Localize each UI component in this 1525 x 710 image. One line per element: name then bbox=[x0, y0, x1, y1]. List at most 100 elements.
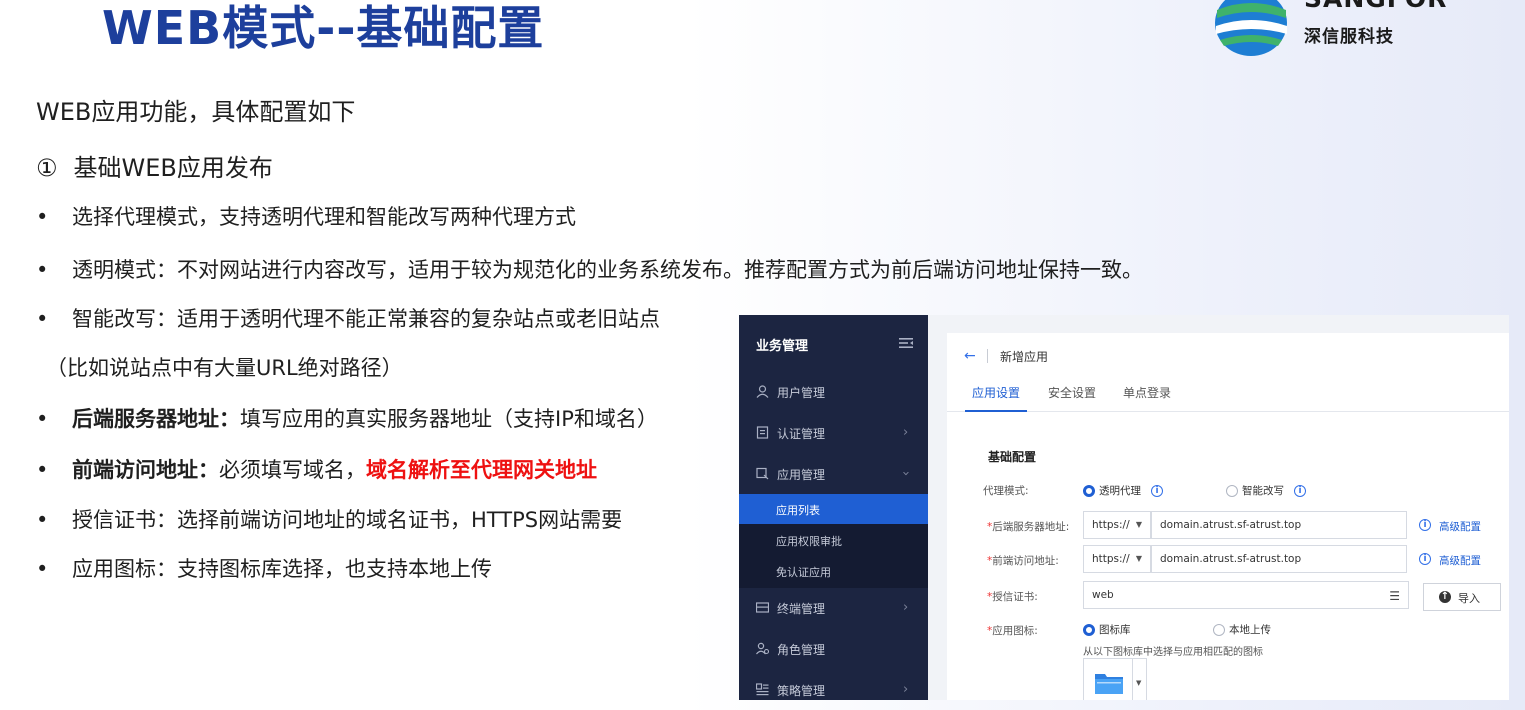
slide-title: WEB模式--基础配置 bbox=[102, 1, 545, 55]
bullet-proxy-mode: • 选择代理模式，支持透明代理和智能改写两种代理方式 bbox=[36, 201, 576, 231]
subheading-number: ① bbox=[36, 154, 58, 182]
sidebar-subitem-no-auth-apps[interactable]: 免认证应用 bbox=[739, 556, 928, 586]
bullet-text: 选择代理模式，支持透明代理和智能改写两种代理方式 bbox=[72, 205, 576, 229]
terminal-icon bbox=[756, 602, 769, 613]
bullet-dot: • bbox=[36, 307, 49, 331]
bullet-smart-rewrite-continuation: （比如说站点中有大量URL绝对路径） bbox=[46, 356, 403, 380]
frontend-address-label: *前端访问地址: bbox=[987, 553, 1073, 568]
user-icon bbox=[756, 385, 769, 398]
collapse-menu-icon[interactable] bbox=[899, 337, 913, 349]
bullet-dot: • bbox=[36, 458, 49, 482]
bullet-dot: • bbox=[36, 557, 49, 581]
intro-text: WEB应用功能，具体配置如下 bbox=[36, 98, 356, 126]
sidebar-subitem-label: 应用列表 bbox=[776, 504, 820, 517]
bullet-text: 填写应用的真实服务器地址（支持IP和域名） bbox=[240, 407, 658, 431]
sidebar-item-apps[interactable]: 应用管理 › bbox=[739, 455, 928, 493]
bullet-smart-rewrite: • 智能改写：适用于透明代理不能正常兼容的复杂站点或老旧站点 bbox=[36, 303, 660, 333]
import-button[interactable]: ↑ 导入 bbox=[1423, 583, 1501, 611]
bullet-frontend-address: • 前端访问地址：必须填写域名，域名解析至代理网关地址 bbox=[36, 454, 597, 484]
proxy-mode-label: 代理模式: bbox=[983, 485, 1029, 497]
logo-subtitle: 深信服科技 bbox=[1304, 27, 1394, 47]
policy-icon bbox=[756, 683, 769, 696]
app-icon-label: *应用图标: bbox=[987, 623, 1073, 638]
info-icon[interactable]: i bbox=[1419, 519, 1431, 531]
caret-down-icon: ▼ bbox=[1135, 520, 1142, 529]
backend-scheme-select[interactable]: https:// ▼ bbox=[1083, 511, 1151, 539]
sidebar-item-auth[interactable]: 认证管理 › bbox=[739, 414, 928, 452]
sidebar-item-policies[interactable]: 策略管理 › bbox=[739, 671, 928, 700]
sidebar-item-label: 终端管理 bbox=[777, 602, 826, 616]
bullet-app-icon: • 应用图标：支持图标库选择，也支持本地上传 bbox=[36, 553, 492, 583]
caret-down-icon: ▼ bbox=[1135, 554, 1142, 563]
radio-local-upload[interactable] bbox=[1213, 624, 1225, 636]
advanced-config-link[interactable]: 高级配置 bbox=[1439, 553, 1481, 568]
bullet-backend-address: • 后端服务器地址：填写应用的真实服务器地址（支持IP和域名） bbox=[36, 403, 658, 433]
sidebar-item-label: 策略管理 bbox=[777, 684, 826, 698]
caret-down-icon[interactable]: ▼ bbox=[1136, 679, 1141, 687]
bullet-text: 授信证书：选择前端访问地址的域名证书，HTTPS网站需要 bbox=[72, 508, 623, 532]
radio-label: 智能改写 bbox=[1242, 485, 1284, 497]
subheading: ① 基础WEB应用发布 bbox=[36, 148, 273, 183]
radio-label: 本地上传 bbox=[1229, 624, 1271, 636]
folder-icon bbox=[1095, 674, 1123, 694]
app-screenshot: 业务管理 用户管理 认证管理 › 应用管理 › 应用列表 应用权限审批 免认证应… bbox=[739, 315, 1509, 700]
frontend-address-input[interactable]: domain.atrust.sf-atrust.top bbox=[1151, 545, 1407, 573]
certificate-select[interactable]: web ☰ bbox=[1083, 581, 1409, 609]
input-value: domain.atrust.sf-atrust.top bbox=[1160, 553, 1302, 565]
bullet-highlight: 域名解析至代理网关地址 bbox=[366, 458, 597, 482]
tab-bar: 应用设置 安全设置 单点登录 bbox=[947, 379, 1509, 412]
tab-app-settings[interactable]: 应用设置 bbox=[972, 384, 1020, 401]
bullet-dot: • bbox=[36, 407, 49, 431]
icon-picker[interactable]: ▼ bbox=[1083, 658, 1147, 700]
sidebar-item-roles[interactable]: 角色管理 bbox=[739, 630, 928, 668]
backend-address-label: *后端服务器地址: bbox=[987, 519, 1073, 534]
frontend-address-label-text: 前端访问地址: bbox=[992, 555, 1059, 567]
radio-label: 透明代理 bbox=[1099, 485, 1141, 497]
select-value: https:// bbox=[1092, 553, 1130, 565]
info-icon[interactable]: i bbox=[1294, 485, 1306, 497]
sidebar: 业务管理 用户管理 认证管理 › 应用管理 › 应用列表 应用权限审批 免认证应… bbox=[739, 315, 928, 700]
sidebar-item-terminals[interactable]: 终端管理 › bbox=[739, 589, 928, 627]
role-icon bbox=[756, 642, 769, 655]
bullet-bold-label: 后端服务器地址： bbox=[72, 407, 240, 431]
advanced-config-link[interactable]: 高级配置 bbox=[1439, 519, 1481, 534]
sidebar-header: 业务管理 bbox=[756, 339, 809, 354]
sidebar-item-label: 用户管理 bbox=[777, 386, 826, 400]
subheading-text: 基础WEB应用发布 bbox=[73, 154, 273, 182]
chevron-right-icon: › bbox=[903, 425, 909, 440]
sangfor-logo-icon bbox=[1215, 0, 1287, 56]
info-icon[interactable]: i bbox=[1419, 553, 1431, 565]
back-arrow-icon[interactable]: ← bbox=[964, 348, 976, 364]
main-panel: ← 新增应用 应用设置 安全设置 单点登录 基础配置 代理模式: 透明代理 i … bbox=[947, 333, 1509, 700]
sidebar-subitem-app-list[interactable]: 应用列表 bbox=[739, 494, 928, 524]
picker-divider bbox=[1132, 659, 1133, 700]
bullet-text: 应用图标：支持图标库选择，也支持本地上传 bbox=[72, 557, 492, 581]
sidebar-subitem-label: 免认证应用 bbox=[776, 566, 831, 579]
radio-transparent-proxy[interactable] bbox=[1083, 485, 1095, 497]
sidebar-item-users[interactable]: 用户管理 bbox=[739, 373, 928, 411]
sidebar-subitem-label: 应用权限审批 bbox=[776, 535, 842, 548]
bullet-bold-label: 前端访问地址： bbox=[72, 458, 219, 482]
info-icon[interactable]: i bbox=[1151, 485, 1163, 497]
input-value: domain.atrust.sf-atrust.top bbox=[1160, 519, 1302, 531]
app-icon bbox=[756, 467, 769, 480]
bullet-dot: • bbox=[36, 205, 49, 229]
sangfor-logo: SANGFOR 深信服科技 bbox=[1212, 0, 1512, 60]
chevron-right-icon: › bbox=[903, 682, 909, 697]
radio-smart-rewrite[interactable] bbox=[1226, 485, 1238, 497]
sidebar-item-label: 认证管理 bbox=[777, 427, 826, 441]
frontend-scheme-select[interactable]: https:// ▼ bbox=[1083, 545, 1151, 573]
tab-sso[interactable]: 单点登录 bbox=[1123, 384, 1171, 401]
tab-security-settings[interactable]: 安全设置 bbox=[1048, 384, 1096, 401]
sidebar-item-label: 应用管理 bbox=[777, 468, 826, 482]
radio-icon-library[interactable] bbox=[1083, 624, 1095, 636]
bullet-dot: • bbox=[36, 508, 49, 532]
backend-address-input[interactable]: domain.atrust.sf-atrust.top bbox=[1151, 511, 1407, 539]
title-divider bbox=[987, 349, 988, 363]
bullet-certificate: • 授信证书：选择前端访问地址的域名证书，HTTPS网站需要 bbox=[36, 504, 622, 534]
import-button-label: 导入 bbox=[1458, 592, 1480, 605]
radio-label: 图标库 bbox=[1099, 624, 1131, 636]
bullet-text: 智能改写：适用于透明代理不能正常兼容的复杂站点或老旧站点 bbox=[72, 307, 660, 331]
logo-brand-text: SANGFOR bbox=[1304, 0, 1447, 11]
sidebar-subitem-app-approval[interactable]: 应用权限审批 bbox=[739, 525, 928, 555]
